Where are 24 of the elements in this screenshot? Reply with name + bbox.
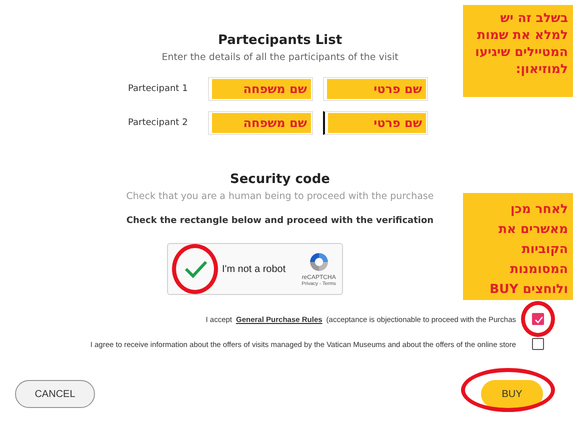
input-field[interactable]: שם משפחה: [208, 111, 313, 135]
annotation-note: לאחר מכן מאשרים את הקוביות המסומנות ולוחצים BUY: [463, 193, 573, 300]
input-field[interactable]: שם פרטי: [323, 77, 428, 101]
section-title: Partecipants List: [218, 33, 342, 48]
buy-button[interactable]: BUY: [481, 380, 543, 408]
input-field[interactable]: שם משפחה: [208, 77, 313, 101]
checkbox[interactable]: [532, 313, 544, 325]
captcha-label: I'm not a robot: [222, 264, 286, 274]
annotation-note: שם משפחה: [212, 79, 311, 99]
instruction-text: Check the rectangle below and proceed with the verification: [126, 216, 434, 226]
section-subtitle: Check that you are a human being to proceed with the purchase: [126, 191, 434, 202]
participant-label: Partecipant 1: [128, 84, 189, 94]
cancel-button[interactable]: CANCEL: [15, 380, 95, 408]
annotation-note: בשלב זה יש למלא את שמות המטיילים שיגיעו למוזיאון:: [463, 5, 573, 97]
section-title: Security code: [230, 172, 330, 187]
input-field[interactable]: שם פרטי: [323, 111, 428, 135]
participant-label: Partecipant 2: [128, 118, 189, 128]
annotation-note: שם משפחה: [212, 113, 311, 133]
annotation-note: שם פרטי: [327, 79, 426, 99]
section-subtitle: Enter the details of all the participants of the visit: [162, 52, 398, 63]
checkmark-icon[interactable]: [184, 260, 208, 278]
checkbox[interactable]: [532, 338, 544, 350]
annotation-note: שם פרטי: [328, 113, 426, 133]
recaptcha-logo-icon: [308, 251, 330, 273]
